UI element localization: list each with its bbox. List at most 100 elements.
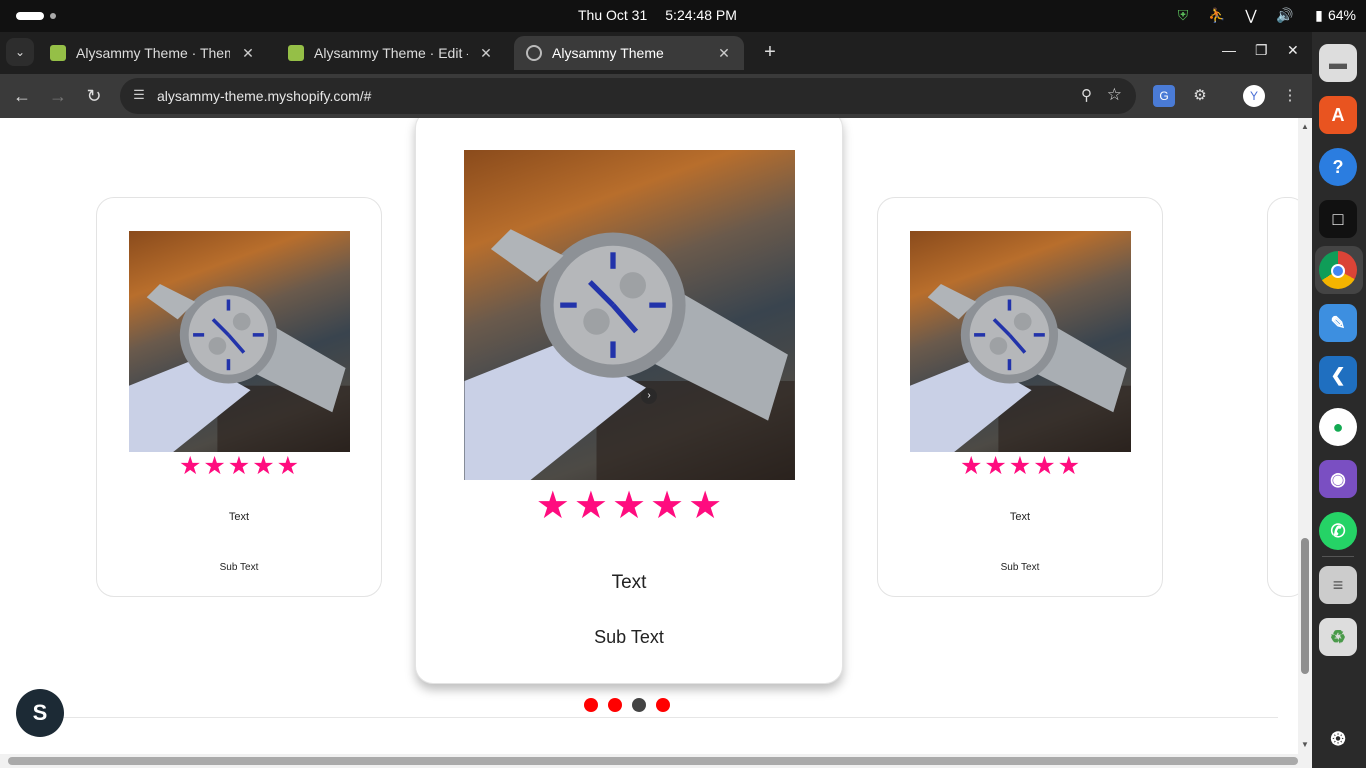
pagination-dot[interactable]	[656, 698, 670, 712]
menu-icon[interactable]: ⋮	[1279, 85, 1301, 107]
section-divider	[20, 717, 1278, 718]
close-icon[interactable]: ✕	[478, 45, 494, 62]
help-icon[interactable]: ?	[1319, 148, 1357, 186]
product-card-featured[interactable]: › ★ ★ ★ ★ ★ Text Sub Text	[415, 118, 843, 684]
text-editor-icon[interactable]: ✎	[1319, 304, 1357, 342]
tab-title: Alysammy Theme · Them	[76, 45, 230, 61]
star-icon: ★	[688, 485, 723, 527]
product-card-partial[interactable]	[1267, 197, 1298, 597]
zoom-icon[interactable]: ⚲	[1081, 86, 1092, 104]
battery-icon: ▮	[1315, 7, 1323, 23]
volume-icon: 🔊	[1276, 7, 1294, 23]
chevron-down-icon: ⌄	[14, 45, 26, 59]
star-icon: ★	[178, 452, 202, 480]
product-image[interactable]	[464, 150, 795, 480]
plus-icon: +	[764, 41, 776, 63]
remote-desktop-icon[interactable]: □	[1319, 200, 1357, 238]
app-dock: ▬ A ? □ ✎ ❮ ● ◉ ✆ ≡ ♻ ❂	[1312, 32, 1366, 768]
shopify-icon	[288, 45, 304, 61]
battery-level: 64%	[1327, 7, 1356, 23]
archive-icon[interactable]: ≡	[1319, 566, 1357, 604]
product-card[interactable]: ★ ★ ★ ★ ★ Text Sub Text	[877, 197, 1163, 597]
image-next-button[interactable]: ›	[641, 388, 657, 404]
whatsapp-icon[interactable]: ✆	[1319, 512, 1357, 550]
chevron-right-icon: ›	[647, 390, 651, 401]
profile-avatar[interactable]: Y	[1243, 85, 1265, 107]
system-tray[interactable]: ⛨ ⛹ ⋁ 🔊 ▮ 64%	[1174, 6, 1356, 24]
star-icon: ★	[984, 452, 1007, 480]
watch-image	[464, 229, 795, 480]
tab-theme-edit[interactable]: Alysammy Theme · Edit - ✕	[276, 36, 506, 70]
battery-status: ▮ 64%	[1310, 6, 1356, 24]
new-tab-button[interactable]: +	[758, 41, 782, 65]
carousel-pagination	[584, 698, 670, 712]
trash-icon[interactable]: ♻	[1319, 618, 1357, 656]
product-image[interactable]	[129, 231, 350, 452]
chrome-icon[interactable]	[1319, 251, 1357, 289]
star-icon: ★	[1057, 452, 1081, 480]
tab-storefront[interactable]: Alysammy Theme ✕	[514, 36, 744, 70]
close-icon[interactable]: ✕	[240, 45, 256, 62]
tab-strip: ⌄ Alysammy Theme · Them ✕ Alysammy Theme…	[0, 32, 1312, 74]
site-settings-icon[interactable]: ☰	[130, 87, 148, 105]
star-icon: ★	[611, 485, 647, 527]
back-button[interactable]: ←	[10, 84, 34, 108]
tab-title: Alysammy Theme · Edit -	[314, 45, 468, 61]
clock[interactable]: Thu Oct 31 5:24:48 PM	[578, 7, 737, 23]
scrollbar-thumb[interactable]	[8, 757, 1298, 765]
accessibility-icon: ⛹	[1208, 7, 1226, 23]
scrollbar-thumb[interactable]	[1301, 538, 1309, 674]
workspace-dot[interactable]	[50, 13, 56, 19]
watch-image	[129, 284, 350, 452]
card-subtitle: Sub Text	[1000, 562, 1040, 573]
pagination-dot-active[interactable]	[632, 698, 646, 712]
ubuntu-apps-icon[interactable]: ❂	[1319, 720, 1357, 758]
scroll-down-icon[interactable]: ▼	[1301, 740, 1309, 749]
star-rating: ★ ★ ★ ★ ★	[97, 451, 381, 481]
tab-theme-editor[interactable]: Alysammy Theme · Them ✕	[38, 36, 268, 70]
page-viewport: ★ ★ ★ ★ ★ Text Sub Text › ★ ★ ★ ★ ★ Text…	[0, 118, 1298, 754]
tab-search-button[interactable]: ⌄	[6, 38, 34, 66]
forward-button[interactable]: →	[46, 84, 70, 108]
mongodb-compass-icon[interactable]: ●	[1319, 408, 1357, 446]
star-rating: ★ ★ ★ ★ ★	[878, 451, 1162, 481]
maximize-button[interactable]: ❐	[1255, 42, 1268, 59]
card-title: Text	[1009, 511, 1031, 523]
vertical-scrollbar[interactable]: ▲ ▼	[1298, 118, 1312, 754]
product-image[interactable]	[910, 231, 1131, 452]
github-desktop-icon[interactable]: ◉	[1319, 460, 1357, 498]
address-bar[interactable]: ☰ alysammy-theme.myshopify.com/# ⚲ ☆	[120, 78, 1136, 114]
reload-button[interactable]: ↻	[82, 84, 106, 108]
clock-time: 5:24:48 PM	[665, 7, 737, 23]
pagination-dot[interactable]	[584, 698, 598, 712]
pagination-dot[interactable]	[608, 698, 622, 712]
address-url[interactable]: alysammy-theme.myshopify.com/#	[157, 88, 371, 104]
star-icon: ★	[227, 452, 251, 480]
globe-icon	[526, 45, 542, 61]
close-icon[interactable]: ✕	[716, 45, 732, 62]
wifi-icon: ⋁	[1245, 7, 1257, 23]
extensions-icon[interactable]: ⚙	[1189, 85, 1211, 107]
dock-separator	[1322, 556, 1354, 557]
minimize-button[interactable]: —	[1222, 42, 1236, 58]
shopify-icon	[50, 45, 66, 61]
product-card[interactable]: ★ ★ ★ ★ ★ Text Sub Text	[96, 197, 382, 597]
star-icon: ★	[650, 485, 685, 527]
star-icon: ★	[252, 452, 275, 480]
arrow-right-icon: →	[49, 86, 67, 106]
translate-icon[interactable]: G	[1153, 85, 1175, 107]
shield-icon: ⛨	[1177, 7, 1189, 23]
star-icon: ★	[1008, 452, 1032, 480]
vscode-icon[interactable]: ❮	[1319, 356, 1357, 394]
workspace-indicator[interactable]	[16, 12, 44, 20]
close-window-button[interactable]: ✕	[1287, 42, 1299, 59]
app-center-icon[interactable]: A	[1319, 96, 1357, 134]
horizontal-scrollbar[interactable]	[0, 754, 1312, 768]
scroll-up-icon[interactable]: ▲	[1301, 122, 1309, 131]
star-icon: ★	[535, 485, 570, 527]
star-icon: ★	[959, 452, 983, 480]
clock-date: Thu Oct 31	[578, 7, 648, 23]
files-icon[interactable]: ▬	[1319, 44, 1357, 82]
shopify-preview-button[interactable]: S	[16, 689, 64, 737]
bookmark-star-icon[interactable]: ☆	[1107, 85, 1122, 105]
